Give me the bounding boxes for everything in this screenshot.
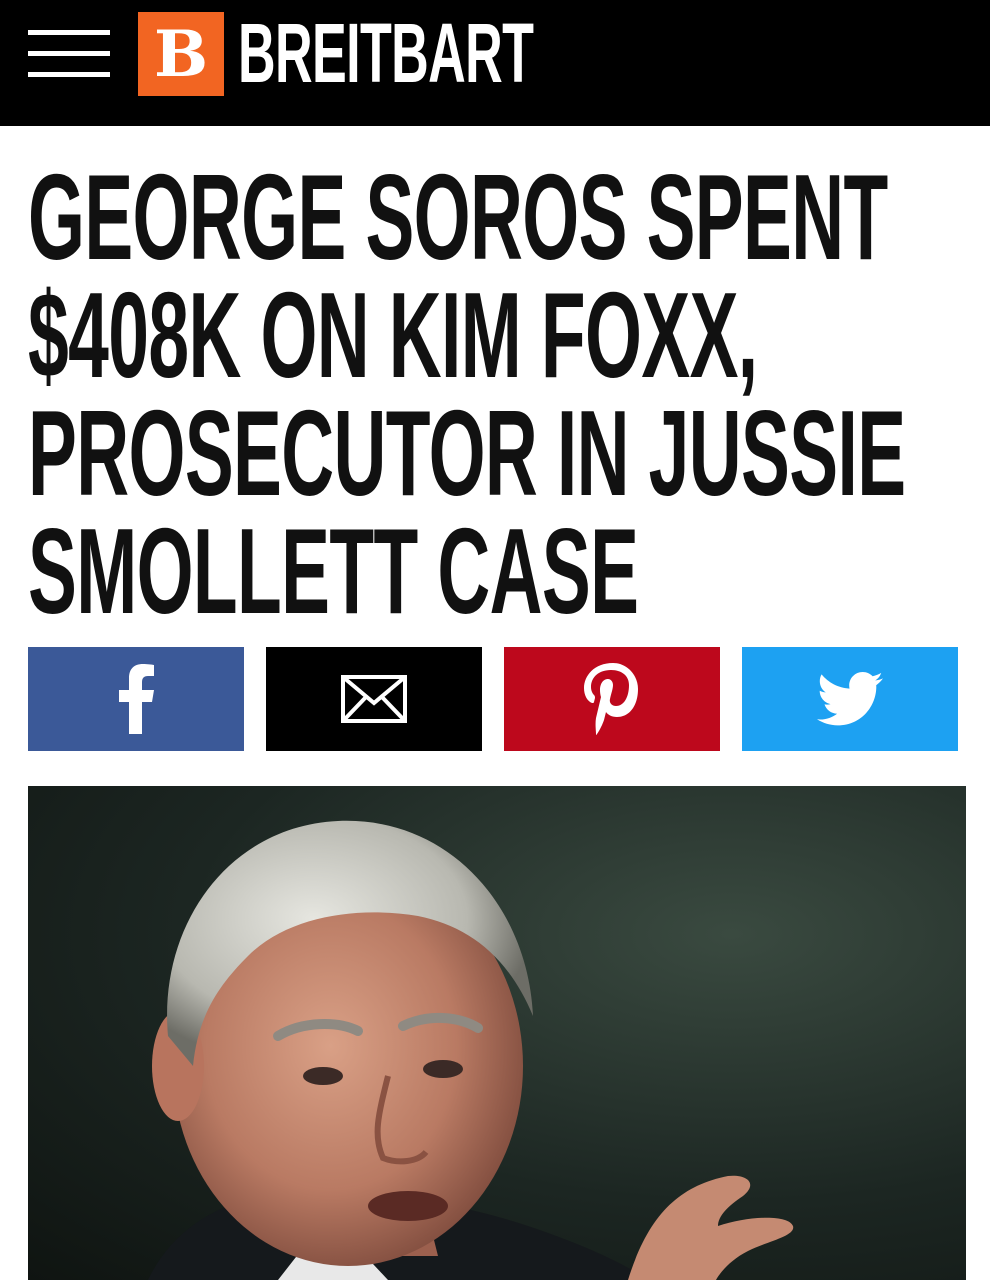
article-hero-photo xyxy=(28,786,966,1280)
share-email-button[interactable] xyxy=(266,647,482,751)
facebook-icon xyxy=(119,664,154,734)
twitter-icon xyxy=(817,672,883,726)
brand-name[interactable]: BREITBART xyxy=(238,8,534,98)
menu-icon[interactable] xyxy=(28,30,110,78)
share-twitter-button[interactable] xyxy=(742,647,958,751)
breitbart-logo-icon[interactable]: B xyxy=(138,12,224,96)
article-headline: GEORGE SOROS SPENT $408K ON KIM FOXX, PR… xyxy=(28,149,906,639)
share-facebook-button[interactable] xyxy=(28,647,244,751)
top-navigation-bar: B BREITBART xyxy=(0,0,990,126)
share-pinterest-button[interactable] xyxy=(504,647,720,751)
portrait-illustration xyxy=(148,820,794,1280)
pinterest-icon xyxy=(584,663,638,735)
email-icon xyxy=(341,675,407,723)
logo-letter: B xyxy=(153,17,209,92)
